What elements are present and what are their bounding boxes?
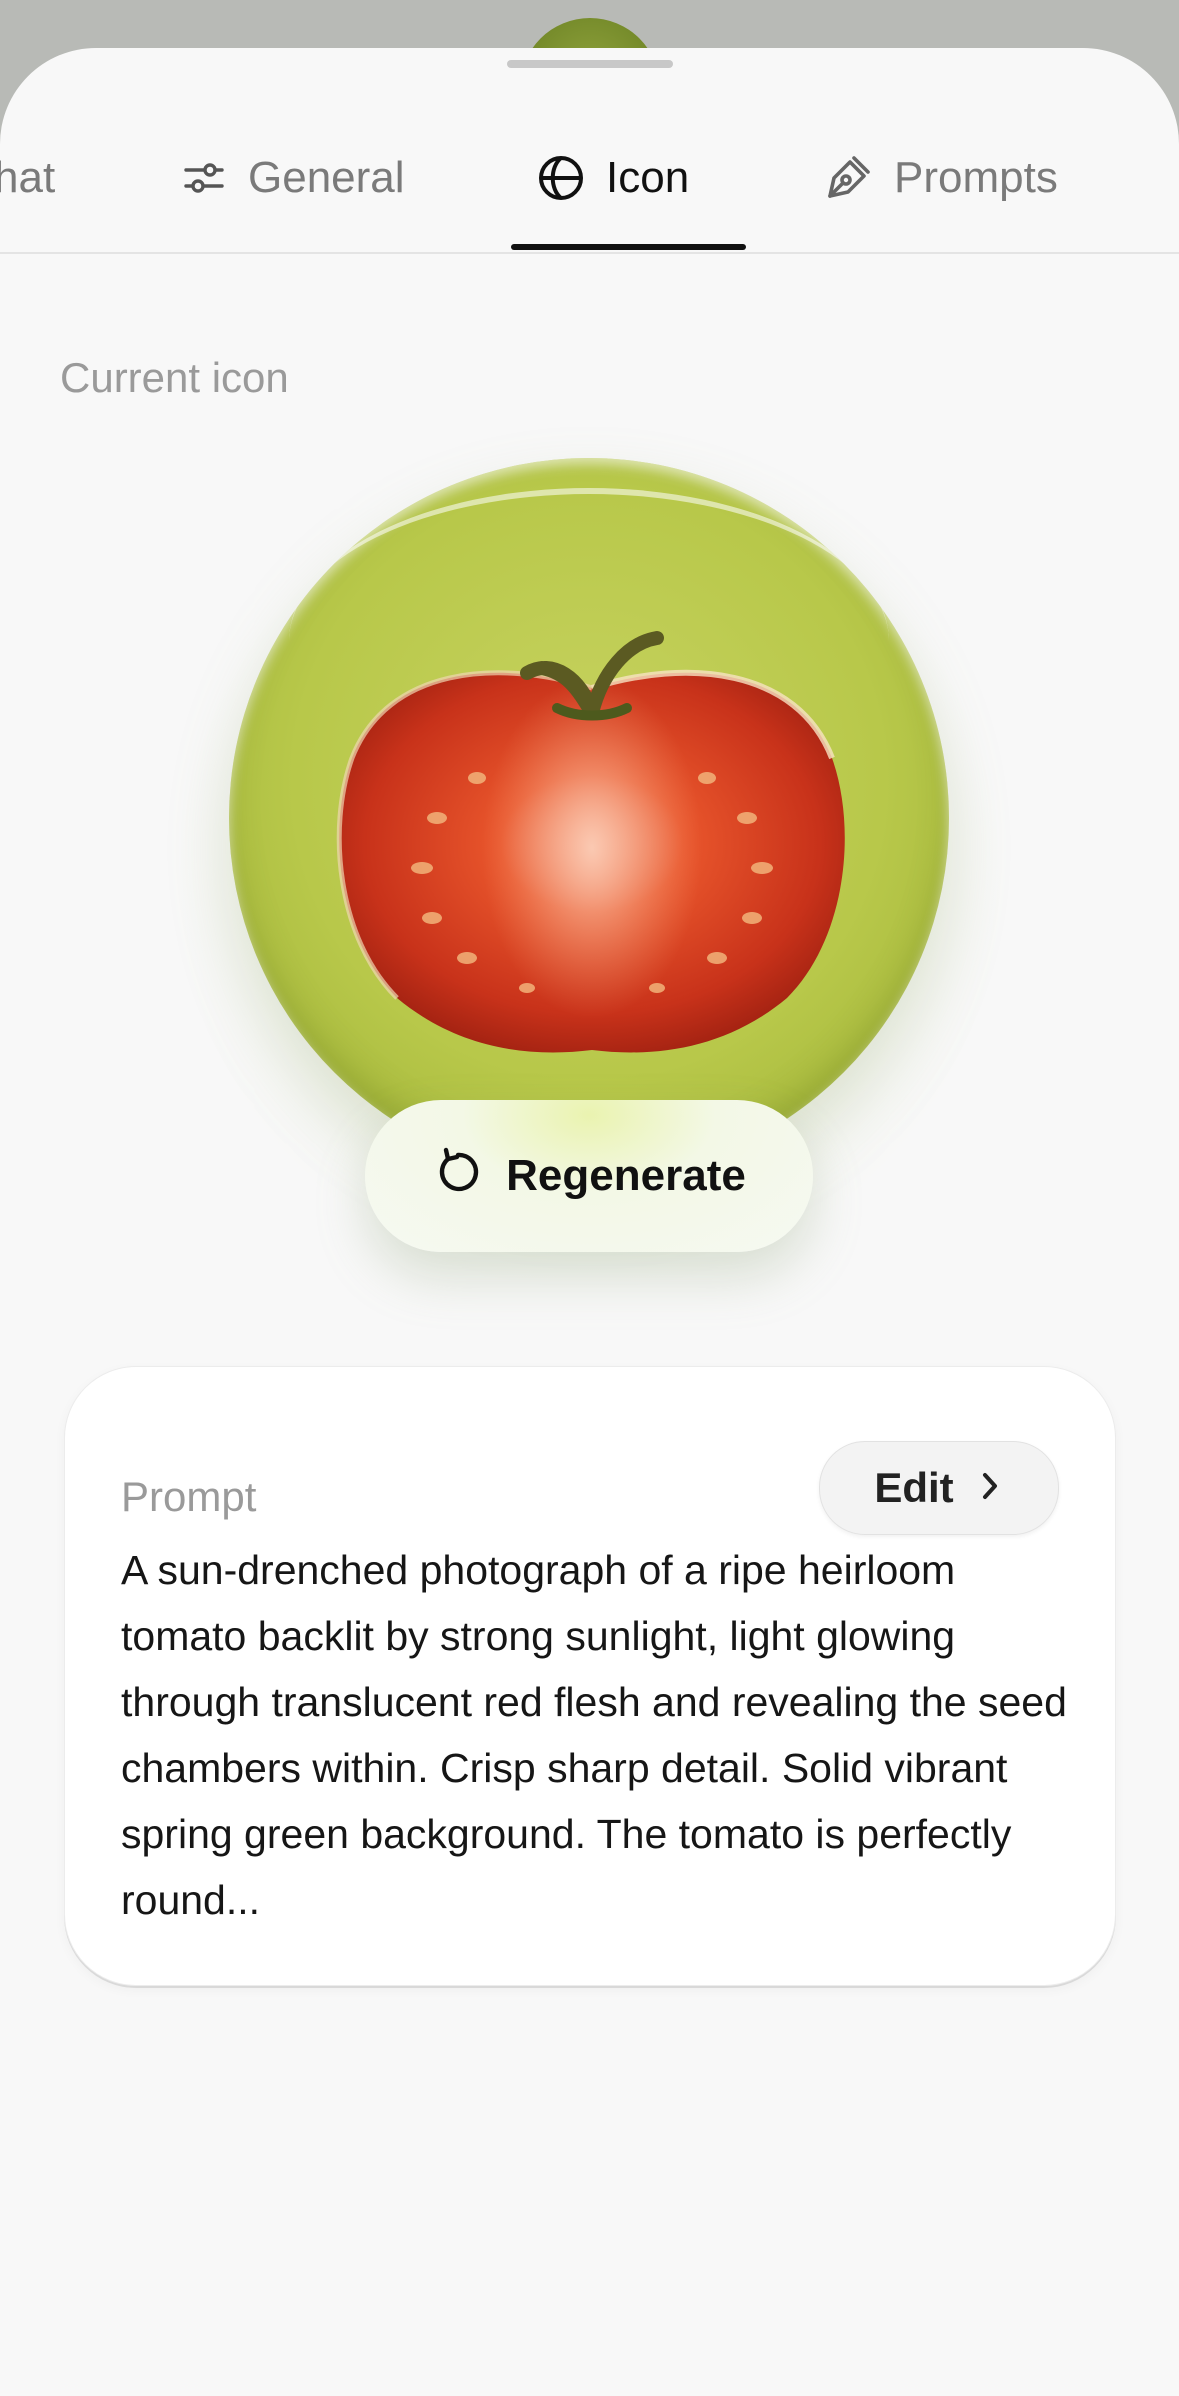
- edit-label: Edit: [874, 1464, 954, 1511]
- current-icon-label: Current icon: [60, 354, 289, 401]
- tomato-icon: [336, 631, 845, 1053]
- tab-chat[interactable]: hat: [0, 148, 55, 208]
- tab-general-label: General: [248, 153, 405, 202]
- regenerate-label: Regenerate: [506, 1151, 746, 1200]
- prompt-label: Prompt: [121, 1473, 257, 1520]
- settings-sheet: hat General Icon Prompts Current icon Re…: [0, 48, 1179, 2396]
- prompt-card: Prompt Edit A sun-drenched photograph of…: [64, 1366, 1116, 1986]
- globe-icon: [536, 153, 586, 203]
- current-icon-image: [229, 458, 949, 1178]
- tab-prompts[interactable]: Prompts: [822, 148, 1058, 208]
- edit-prompt-button[interactable]: Edit: [819, 1441, 1059, 1535]
- tab-icon[interactable]: Icon: [536, 148, 689, 208]
- tab-icon-label: Icon: [606, 153, 690, 202]
- active-tab-indicator: [511, 244, 746, 250]
- refresh-icon: [432, 1145, 484, 1208]
- tab-general[interactable]: General: [180, 148, 405, 208]
- prompt-text: A sun-drenched photograph of a ripe heir…: [121, 1547, 1067, 1923]
- regenerate-button[interactable]: Regenerate: [365, 1100, 813, 1252]
- sliders-icon: [180, 154, 228, 202]
- tab-prompts-label: Prompts: [894, 153, 1058, 202]
- pen-icon: [822, 152, 874, 204]
- chevron-right-icon: [976, 1464, 1004, 1512]
- tab-bar: hat General Icon Prompts: [0, 48, 1179, 254]
- tab-chat-label: hat: [0, 153, 56, 202]
